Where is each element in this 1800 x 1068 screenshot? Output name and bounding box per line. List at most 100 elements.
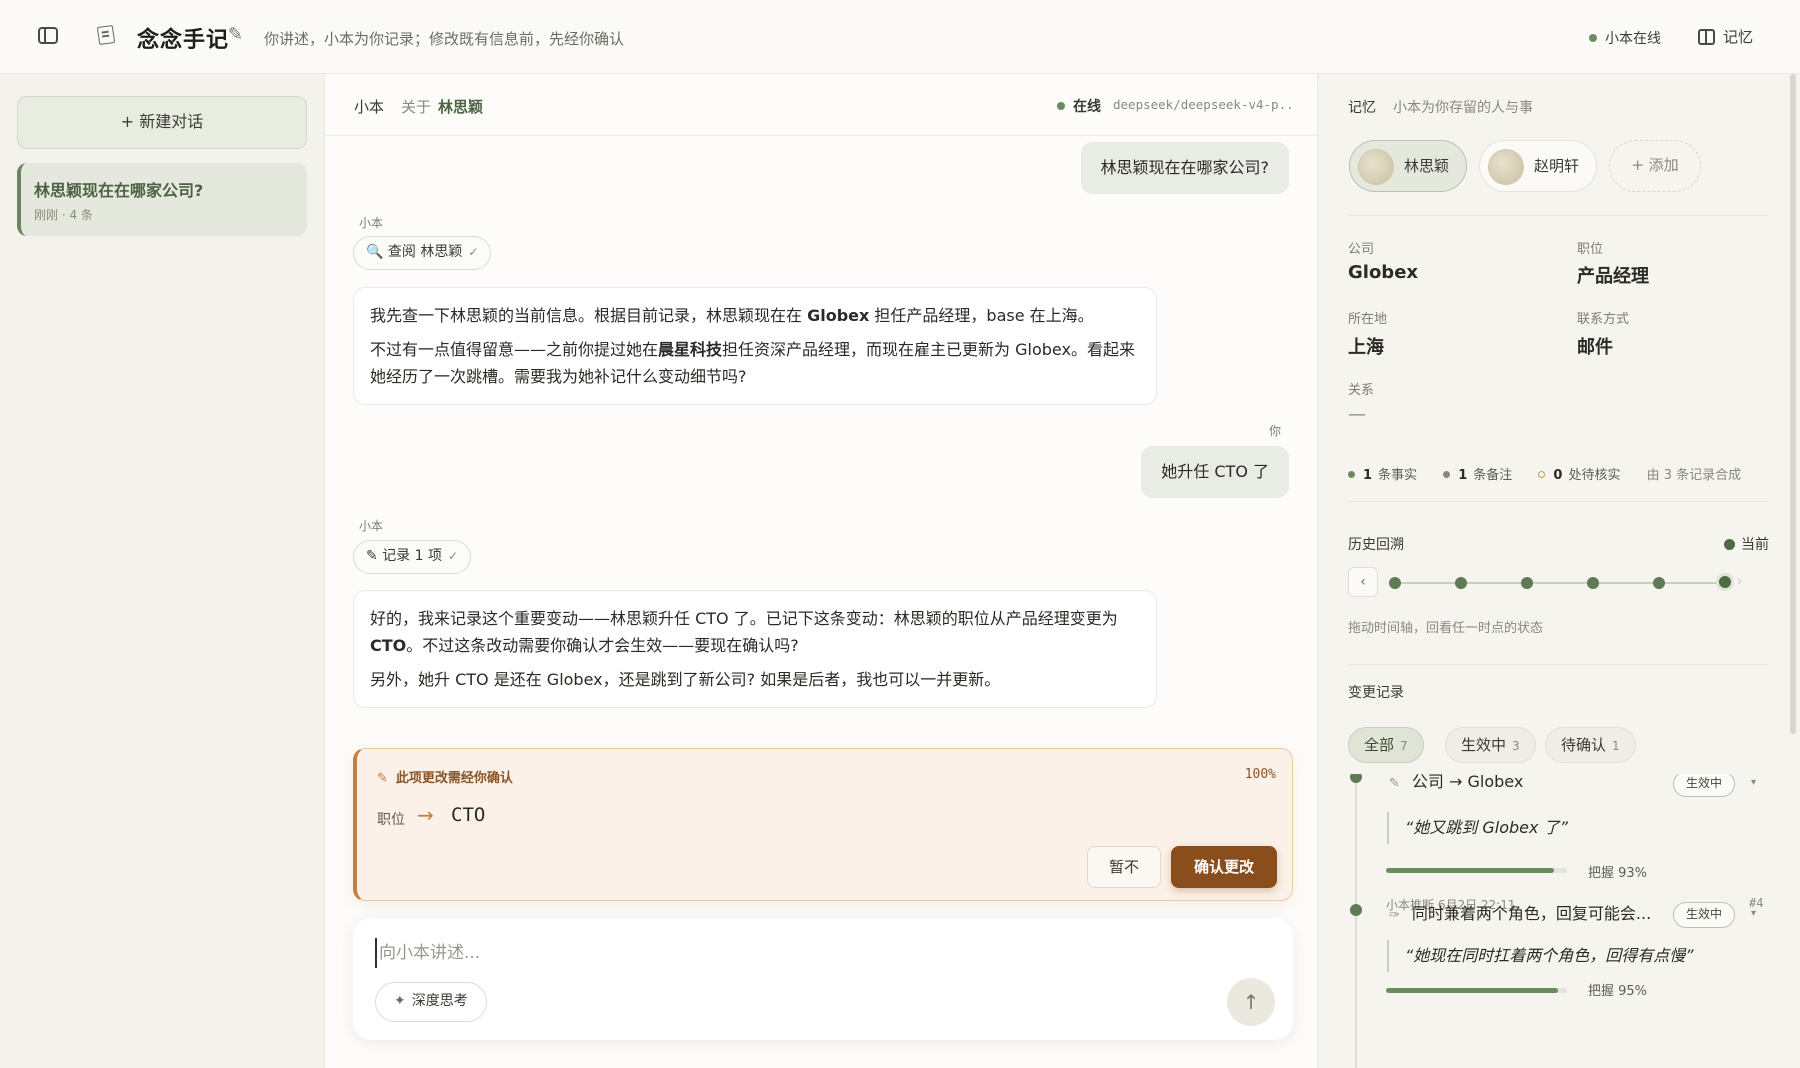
- model-name[interactable]: deepseek/deepseek-v4-p...: [1113, 97, 1295, 112]
- app-title: 念念手记: [137, 28, 230, 53]
- person-tab-zhao-mingxuan[interactable]: 赵明轩: [1479, 140, 1597, 192]
- timeline-point[interactable]: [1587, 577, 1599, 589]
- tool-call-chip[interactable]: 🔍 查阅 林思颖 ✓: [353, 236, 492, 270]
- confirm-change-button[interactable]: 确认更改: [1171, 846, 1277, 888]
- field-label: 关系: [1348, 383, 1375, 398]
- timeline-prev-button[interactable]: ‹: [1348, 567, 1378, 597]
- filter-count: 1: [1612, 739, 1620, 753]
- add-person-button[interactable]: + 添加: [1609, 140, 1701, 192]
- field-label: 所在地: [1348, 312, 1388, 327]
- confirmation-title-text: 此项更改需经你确认: [395, 771, 513, 786]
- pencil-icon: ✎: [1389, 776, 1400, 791]
- new-chat-button[interactable]: + 新建对话: [17, 96, 307, 149]
- confirmation-title: ✎ 此项更改需经你确认: [377, 767, 513, 786]
- panel-icon: [1698, 29, 1715, 45]
- speaker-label: 小本: [359, 216, 384, 230]
- send-button[interactable]: ↑: [1227, 978, 1275, 1026]
- timeline-current-handle[interactable]: [1716, 573, 1734, 591]
- log-field-text: 公司 → Globex: [1411, 774, 1524, 791]
- notes-count: 1: [1458, 468, 1468, 483]
- pending-stat: 0 处待核实: [1538, 468, 1620, 483]
- changed-field: 职位: [377, 812, 405, 828]
- note-icon: ✑: [1389, 908, 1400, 923]
- log-dot: [1350, 904, 1362, 916]
- new-value: CTO: [451, 804, 486, 826]
- conversation-meta: 刚刚 · 4 条: [34, 208, 93, 222]
- pencil-icon: ✎: [377, 771, 388, 786]
- filter-count: 3: [1512, 739, 1520, 753]
- text: 担任产品经理，base 在上海。: [869, 306, 1094, 325]
- about-label: 关于: [401, 98, 432, 116]
- user-message: 她升任 CTO 了: [1141, 446, 1289, 498]
- chevron-down-icon[interactable]: ▾: [1751, 777, 1756, 788]
- synthesis-note: 由 3 条记录合成: [1646, 468, 1742, 483]
- pen-icon: ✎: [228, 24, 244, 45]
- timeline-next-button[interactable]: ›: [1737, 574, 1742, 589]
- panel-scrollbar[interactable]: [1790, 74, 1796, 734]
- contact-value: 邮件: [1577, 337, 1613, 358]
- text: 。不过这条改动需要你确认才会生效——要现在确认吗?: [406, 636, 799, 655]
- confidence-label: 把握 95%: [1588, 984, 1648, 999]
- speaker-label: 你: [1268, 424, 1281, 438]
- bold-text: CTO: [370, 636, 407, 655]
- filter-label: 生效中: [1461, 736, 1507, 754]
- avatar: [1488, 149, 1524, 185]
- message-input[interactable]: [375, 938, 1095, 968]
- status-dot: [1538, 471, 1546, 478]
- timeline-point[interactable]: [1455, 577, 1467, 589]
- search-icon: 🔍: [366, 244, 388, 260]
- timeline-point[interactable]: [1653, 577, 1665, 589]
- memory-button-label: 记忆: [1723, 28, 1754, 46]
- timeline-track[interactable]: [1394, 582, 1722, 584]
- sidebar-toggle-icon[interactable]: [38, 27, 58, 44]
- filter-pending[interactable]: 待确认 1: [1545, 727, 1636, 763]
- divider: [1348, 501, 1768, 502]
- subject-person[interactable]: 林思颖: [438, 96, 483, 117]
- log-entry-field[interactable]: ✑ 同时兼着两个角色，回复可能会...: [1389, 900, 1651, 924]
- field-label: 职位: [1577, 242, 1604, 257]
- history-title: 历史回溯: [1348, 537, 1404, 553]
- relation-value: —: [1348, 404, 1366, 425]
- assistant-message: 好的，我来记录这个重要变动——林思颖升任 CTO 了。已记下这条变动：林思颖的职…: [353, 590, 1157, 708]
- divider: [1348, 664, 1768, 665]
- text: 我先查一下林思颖的当前信息。根据目前记录，林思颖现在在: [370, 306, 808, 325]
- app-subtitle: 你讲述，小本为你记录；修改既有信息前，先经你确认: [264, 30, 625, 48]
- history-current: 当前: [1724, 534, 1769, 554]
- timeline-point[interactable]: [1521, 577, 1533, 589]
- text: 不过有一点值得留意——之前你提过她在: [370, 340, 659, 359]
- conversation-title: 林思颖现在在哪家公司?: [34, 181, 204, 200]
- status-badge: 生效中: [1673, 774, 1736, 797]
- online-status: 在线: [1057, 96, 1101, 116]
- notes-stat: 1 条备注: [1443, 468, 1512, 483]
- person-name: 林思颖: [1404, 157, 1450, 175]
- log-timeline-line: [1355, 774, 1357, 1068]
- chevron-down-icon[interactable]: ▾: [1751, 908, 1756, 919]
- confidence-fill: [1386, 988, 1558, 993]
- memory-panel-button[interactable]: 记忆: [1698, 26, 1753, 47]
- decline-button[interactable]: 暂不: [1087, 846, 1161, 888]
- conversation-item[interactable]: 林思颖现在在哪家公司? 刚刚 · 4 条: [17, 163, 307, 236]
- filter-active[interactable]: 生效中 3: [1445, 727, 1536, 763]
- notebook-logo-icon: [96, 24, 116, 46]
- deep-think-toggle[interactable]: ✦ 深度思考: [375, 982, 487, 1022]
- status-badge: 生效中: [1673, 902, 1736, 928]
- message-paragraph: 不过有一点值得留意——之前你提过她在晨星科技担任资深产品经理，而现在雇主已更新为…: [370, 336, 1140, 390]
- filter-count: 7: [1400, 739, 1408, 753]
- top-bar: 念念手记 ✎ 你讲述，小本为你记录；修改既有信息前，先经你确认 小本在线 记忆: [0, 0, 1800, 74]
- filter-all[interactable]: 全部 7: [1348, 727, 1424, 763]
- log-entry-field[interactable]: ✎ 公司 → Globex: [1389, 774, 1523, 792]
- status-dot: [1443, 471, 1451, 478]
- divider: [1348, 215, 1768, 216]
- notes-label: 条备注: [1473, 468, 1513, 483]
- message-paragraph: 我先查一下林思颖的当前信息。根据目前记录，林思颖现在在 Globex 担任产品经…: [370, 302, 1140, 329]
- speaker-label: 小本: [359, 519, 384, 533]
- confidence-fill: [1386, 868, 1555, 873]
- timeline-point[interactable]: [1389, 577, 1401, 589]
- person-tab-lin-siying[interactable]: 林思颖: [1349, 140, 1467, 192]
- memory-subtitle: 小本为你存留的人与事: [1393, 100, 1533, 116]
- bold-text: 晨星科技: [658, 340, 723, 359]
- assistant-name: 小本: [354, 98, 385, 116]
- confidence-percent: 100%: [1244, 767, 1276, 782]
- tool-call-chip[interactable]: ✎ 记录 1 项 ✓: [353, 540, 472, 574]
- changes-title: 变更记录: [1348, 685, 1404, 701]
